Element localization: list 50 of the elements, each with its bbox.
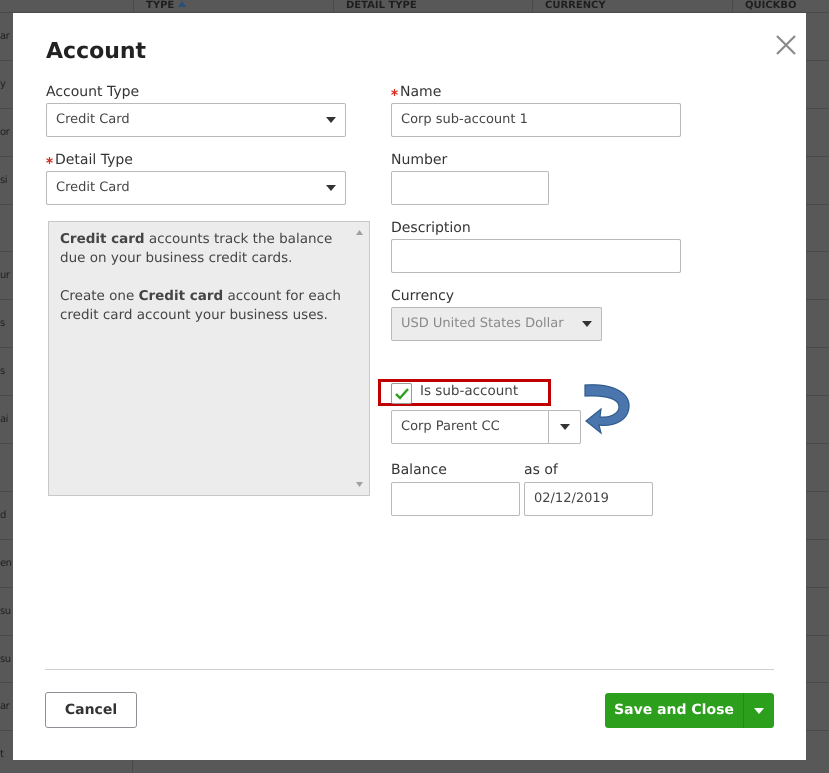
number-field[interactable] bbox=[391, 171, 549, 205]
checkbox[interactable] bbox=[391, 383, 412, 404]
scroll-up-icon[interactable] bbox=[356, 230, 363, 235]
field-label: Currency bbox=[391, 286, 454, 306]
table-cell-text: ai bbox=[0, 413, 8, 428]
table-cell-text: d bbox=[0, 508, 6, 523]
table-cell-text: ur bbox=[0, 269, 10, 284]
table-cell-text: ar bbox=[0, 700, 10, 714]
parent-account-dropdown[interactable]: Corp Parent CC bbox=[391, 410, 581, 444]
sort-up-icon bbox=[178, 1, 186, 7]
dropdown-caret-icon bbox=[326, 117, 336, 123]
account-type-dropdown[interactable]: Credit Card bbox=[46, 103, 346, 137]
name-field[interactable]: Corp sub-account 1 bbox=[391, 103, 681, 137]
table-cell-text: ar bbox=[0, 30, 10, 44]
dropdown-caret-icon bbox=[326, 185, 336, 191]
dropdown-caret-icon bbox=[582, 321, 592, 327]
close-icon[interactable] bbox=[776, 35, 796, 55]
field-label: as of bbox=[524, 460, 558, 480]
table-cell-text: si bbox=[0, 174, 7, 188]
dialog-title: Account bbox=[46, 38, 146, 66]
table-cell-text: or bbox=[0, 126, 10, 140]
cancel-button[interactable]: Cancel bbox=[45, 692, 137, 728]
table-cell-text: t bbox=[0, 748, 4, 762]
checkbox-label: Is sub-account bbox=[420, 382, 518, 402]
field-label: Detail Type bbox=[55, 150, 133, 170]
help-text: Create one Credit card account for each credit card account your business uses. bbox=[60, 287, 342, 325]
curved-arrow-icon bbox=[583, 383, 631, 437]
table-cell-text: s bbox=[0, 365, 5, 380]
help-text: Credit card accounts track the balance due on your business credit cards. bbox=[60, 230, 334, 268]
detail-type-dropdown[interactable]: Credit Card bbox=[46, 171, 346, 205]
field-label: Name bbox=[400, 82, 442, 102]
balance-field[interactable] bbox=[391, 482, 520, 516]
table-cell-text: s bbox=[0, 317, 5, 332]
dropdown-caret-icon bbox=[560, 424, 570, 430]
caret-icon bbox=[754, 708, 764, 714]
save-options-button[interactable] bbox=[743, 693, 774, 728]
field-label: Balance bbox=[391, 460, 447, 480]
field-label: Number bbox=[391, 150, 448, 170]
field-label: Account Type bbox=[46, 82, 140, 102]
description-field[interactable] bbox=[391, 239, 681, 273]
required-asterisk-icon bbox=[391, 88, 398, 96]
date-field[interactable]: 02/12/2019 bbox=[524, 482, 653, 516]
field-label: Description bbox=[391, 218, 471, 238]
required-asterisk-icon bbox=[46, 156, 53, 164]
table-cell-text: y bbox=[0, 78, 6, 92]
table-cell-text: su bbox=[0, 604, 11, 619]
check-icon bbox=[394, 388, 408, 400]
table-cell-text: en bbox=[0, 556, 12, 571]
scroll-down-icon[interactable] bbox=[356, 482, 363, 487]
table-cell-text: su bbox=[0, 652, 11, 667]
